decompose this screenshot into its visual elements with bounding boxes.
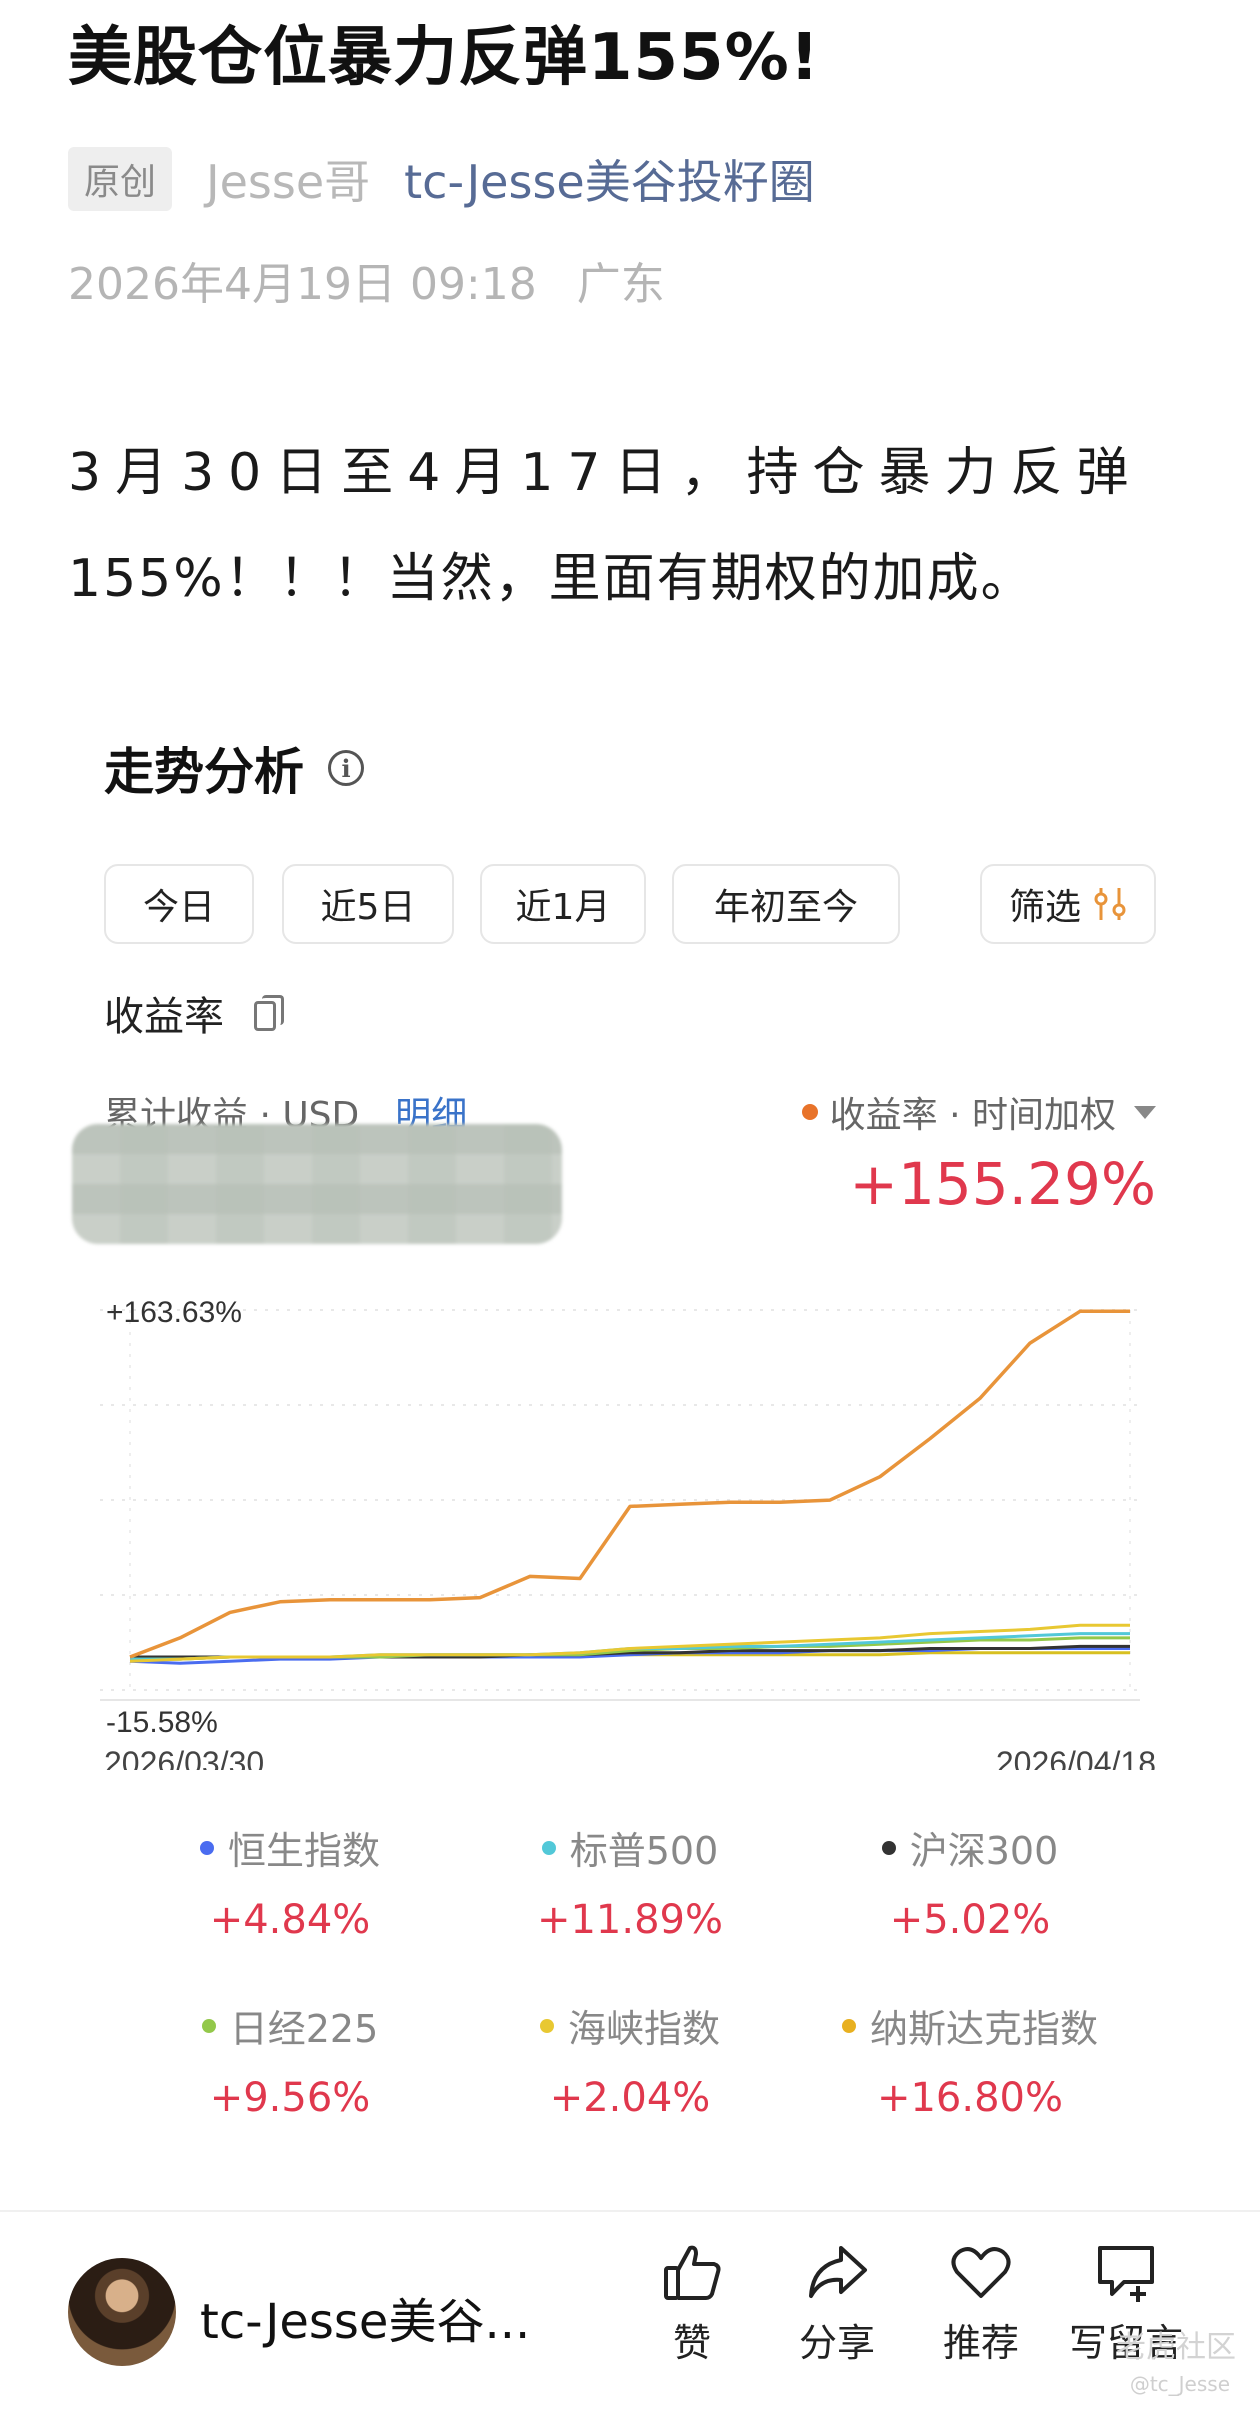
- paragraph-line: 155%！！！当然，里面有期权的加成。: [68, 549, 1035, 609]
- series-line: [129, 1309, 1130, 1659]
- rate-type-label: 收益率 · 时间加权: [829, 1095, 1116, 1136]
- legend-item: 海峡指数 +2.04%: [460, 1998, 800, 2121]
- avatar[interactable]: [68, 2258, 176, 2366]
- watermark: 老虎社区: [1116, 2330, 1236, 2365]
- article-title: 美股仓位暴力反弹155%!: [68, 21, 820, 95]
- like-button[interactable]: 赞: [632, 2240, 752, 2367]
- legend-dot: [841, 2018, 856, 2033]
- x-end-label: 2026/04/18: [996, 1745, 1156, 1770]
- like-label: 赞: [672, 2321, 711, 2365]
- legend-value: +11.89%: [536, 1897, 724, 1943]
- legend-item: 沪深300 +5.02%: [800, 1820, 1140, 1943]
- dropdown-arrow-icon: [1134, 1105, 1156, 1119]
- legend-dot: [541, 1840, 556, 1855]
- legend-name: 沪深300: [909, 1829, 1059, 1873]
- heart-icon: [951, 2247, 1011, 2298]
- legend-item: 恒生指数 +4.84%: [120, 1820, 460, 1943]
- info-icon[interactable]: i: [328, 750, 364, 786]
- yield-section-label: 收益率: [104, 984, 284, 1042]
- legend-name: 纳斯达克指数: [869, 2007, 1098, 2051]
- recommend-label: 推荐: [942, 2321, 1019, 2365]
- publish-info: 2026年4月19日 09:18 广东: [68, 248, 665, 312]
- range-tab-1m[interactable]: 近1月: [480, 864, 646, 944]
- filter-button[interactable]: 筛选: [980, 864, 1156, 944]
- sliders-icon: [1094, 888, 1126, 920]
- rate-dot: [801, 1104, 818, 1120]
- legend-dot: [881, 1840, 896, 1855]
- range-tab-today[interactable]: 今日: [104, 864, 254, 944]
- publish-date: 2026年4月19日 09:18: [68, 259, 537, 310]
- legend-name: 海峡指数: [567, 2007, 720, 2051]
- paragraph-line: 3月30日至4月17日，持仓暴力反弹: [68, 443, 1143, 503]
- legend-value: +5.02%: [889, 1897, 1051, 1943]
- article-meta: 原创 Jesse哥 tc-Jesse美谷投籽圈: [68, 146, 815, 212]
- y-max-label: +163.63%: [106, 1296, 242, 1329]
- share-icon: [809, 2246, 867, 2298]
- thumbs-up-icon: [664, 2245, 721, 2300]
- watermark-handle: @tc_Jesse: [1129, 2372, 1230, 2396]
- range-tab-5d[interactable]: 近5日: [282, 864, 454, 944]
- original-tag: 原创: [68, 147, 173, 211]
- recommend-button[interactable]: 推荐: [921, 2240, 1041, 2367]
- copy-icon[interactable]: [254, 995, 284, 1031]
- author-name[interactable]: Jesse哥: [206, 146, 370, 212]
- blurred-amount: [72, 1124, 562, 1244]
- legend-dot: [199, 1840, 214, 1855]
- legend-value: +16.80%: [876, 2075, 1064, 2121]
- legend-name: 标普500: [569, 1829, 719, 1873]
- bottom-account-name[interactable]: tc-Jesse美谷...: [200, 2282, 530, 2352]
- account-link[interactable]: tc-Jesse美谷投籽圈: [404, 146, 815, 212]
- trend-analysis-title: 走势分析 i: [104, 732, 364, 804]
- return-rate-value: +155.29%: [849, 1150, 1156, 1218]
- filter-label: 筛选: [1008, 887, 1081, 928]
- legend-dot: [201, 2018, 216, 2033]
- y-min-label: -15.58%: [106, 1706, 218, 1739]
- legend-name: 恒生指数: [227, 1829, 380, 1873]
- legend-dot: [539, 2018, 554, 2033]
- legend-value: +9.56%: [209, 2075, 371, 2121]
- performance-chart: +163.63% -15.58% 2026/03/30 2026/04/18: [100, 1296, 1156, 1770]
- legend-item: 标普500 +11.89%: [460, 1820, 800, 1943]
- comment-icon: [1098, 2246, 1154, 2302]
- bottom-divider: [0, 2210, 1260, 2212]
- legend-value: +4.84%: [209, 1897, 371, 1943]
- legend-item: 纳斯达克指数 +16.80%: [800, 1998, 1140, 2121]
- legend-item: 日经225 +9.56%: [120, 1998, 460, 2121]
- legend-value: +2.04%: [549, 2075, 711, 2121]
- share-button[interactable]: 分享: [777, 2240, 897, 2367]
- yield-label: 收益率: [104, 994, 224, 1040]
- rate-type-selector[interactable]: 收益率 · 时间加权: [801, 1086, 1156, 1138]
- range-tab-ytd[interactable]: 年初至今: [672, 864, 900, 944]
- card-title-text: 走势分析: [104, 743, 304, 801]
- publish-location: 广东: [576, 259, 665, 310]
- x-start-label: 2026/03/30: [104, 1745, 264, 1770]
- share-label: 分享: [798, 2321, 875, 2365]
- legend-name: 日经225: [229, 2007, 379, 2051]
